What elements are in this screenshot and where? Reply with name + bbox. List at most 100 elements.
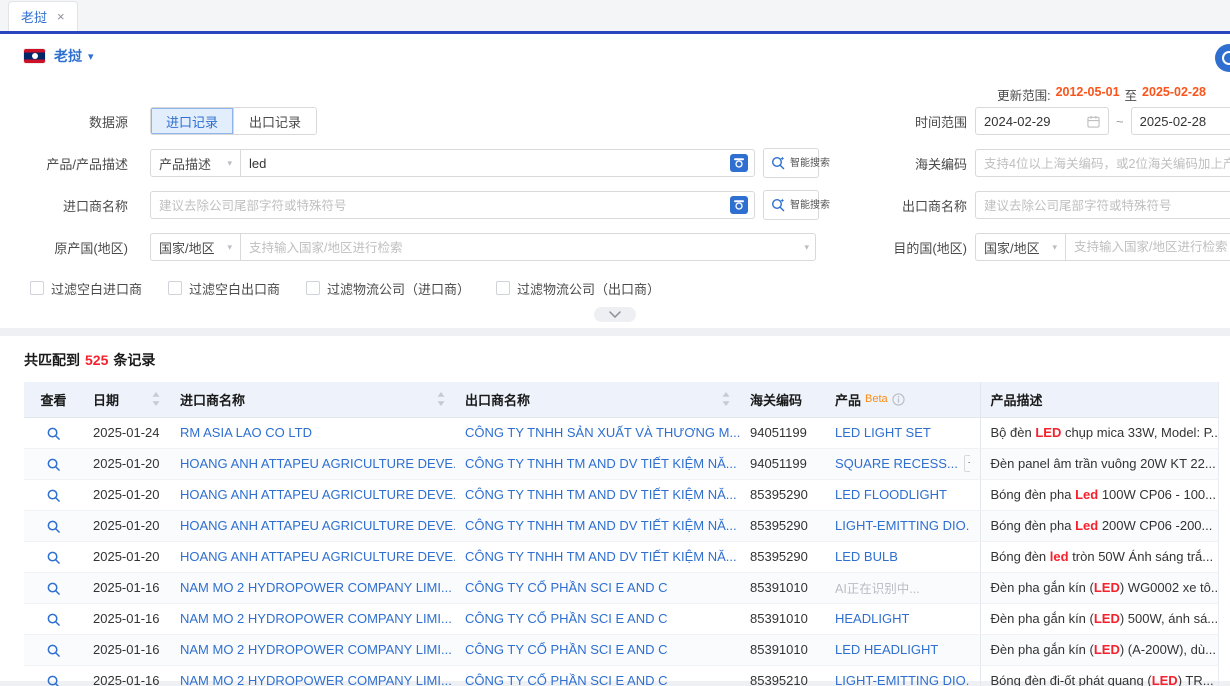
summary-count: 525 (85, 352, 108, 368)
sort-icon[interactable] (437, 392, 445, 406)
importer-link[interactable]: NAM MO 2 HYDROPOWER COMPANY LIMI... (180, 580, 452, 595)
table-row: 2025-01-20 HOANG ANH ATTAPEU AGRICULTURE … (24, 510, 1218, 541)
sort-icon[interactable] (152, 392, 160, 406)
cell-description: Đèn pha gắn kín (LED) 500W, ánh sá... (980, 603, 1218, 634)
column-header-3[interactable]: 出口商名称 (455, 382, 740, 417)
checkbox-icon[interactable] (306, 281, 320, 295)
importer-link[interactable]: NAM MO 2 HYDROPOWER COMPANY LIMI... (180, 642, 452, 657)
column-header-1[interactable]: 日期 (83, 382, 170, 417)
importer-link[interactable]: HOANG ANH ATTAPEU AGRICULTURE DEVE... (180, 456, 455, 471)
product-search-input[interactable] (249, 156, 724, 171)
product-type-select[interactable]: 产品描述 ▾ (151, 150, 241, 176)
country-selector[interactable]: 老挝 (54, 46, 82, 66)
exporter-link[interactable]: CÔNG TY TNHH TM AND DV TIẾT KIỆM NĂ... (465, 549, 737, 564)
exporter-link[interactable]: CÔNG TY TNHH TM AND DV TIẾT KIỆM NĂ... (465, 456, 737, 471)
tab-label: 老挝 (21, 7, 47, 26)
cell-product: LED BULB (835, 549, 970, 564)
product-link[interactable]: LED HEADLIGHT (835, 642, 938, 657)
product-link[interactable]: HEADLIGHT (835, 611, 909, 626)
origin-country-input[interactable] (249, 240, 798, 255)
importer-link[interactable]: RM ASIA LAO CO LTD (180, 425, 312, 440)
cell-hs-code: 85391010 (740, 634, 825, 665)
checkbox-filter-logistics-exporter[interactable]: 过滤物流公司（出口商） (496, 279, 660, 298)
update-range-label: 更新范围: (997, 85, 1050, 104)
checkbox-icon[interactable] (496, 281, 510, 295)
checkbox-icon[interactable] (30, 281, 44, 295)
hs-code-input[interactable] (984, 156, 1230, 171)
exporter-link[interactable]: CÔNG TY CỔ PHẦN SCI E AND C (465, 642, 668, 657)
image-search-icon[interactable] (730, 154, 748, 172)
column-header-2[interactable]: 进口商名称 (170, 382, 455, 417)
destination-country-select[interactable]: 国家/地区 ▾ (975, 233, 1065, 261)
tab-import-records[interactable]: 进口记录 (151, 108, 233, 134)
view-magnifier-icon[interactable] (46, 488, 61, 503)
importer-link[interactable]: HOANG ANH ATTAPEU AGRICULTURE DEVE... (180, 518, 455, 533)
table-row: 2025-01-16NAM MO 2 HYDROPOWER COMPANY LI… (24, 603, 1218, 634)
destination-country-input[interactable] (1074, 240, 1230, 254)
cell-date: 2025-01-20 (83, 510, 170, 541)
help-float-button[interactable] (1215, 44, 1230, 72)
importer-link[interactable]: NAM MO 2 HYDROPOWER COMPANY LIMI... (180, 673, 452, 686)
exporter-link[interactable]: CÔNG TY TNHH TM AND DV TIẾT KIỆM NĂ... (465, 487, 737, 502)
checkbox-filter-empty-importer[interactable]: 过滤空白进口商 (30, 279, 142, 298)
label-time-range: 时间范围 (885, 112, 967, 131)
product-link[interactable]: LED LIGHT SET (835, 425, 931, 440)
cell-product: HEADLIGHT (835, 611, 970, 626)
chevron-down-icon[interactable]: ▾ (88, 50, 94, 63)
product-link[interactable]: SQUARE RECESS... (835, 456, 958, 471)
view-magnifier-icon[interactable] (46, 426, 61, 441)
info-icon[interactable] (892, 393, 905, 406)
view-magnifier-icon[interactable] (46, 643, 61, 658)
label-destination-country: 目的国(地区) (885, 238, 967, 257)
exporter-link[interactable]: CÔNG TY TNHH SẢN XUẤT VÀ THƯƠNG M... (465, 425, 740, 440)
collapse-filter-button[interactable] (594, 307, 636, 322)
result-summary: 共匹配到 525 条记录 (24, 350, 1206, 370)
exporter-link[interactable]: CÔNG TY CỔ PHẦN SCI E AND C (465, 580, 668, 595)
tab-close-icon[interactable]: × (57, 10, 65, 23)
importer-name-input[interactable] (159, 198, 724, 213)
importer-link[interactable]: HOANG ANH ATTAPEU AGRICULTURE DEVE... (180, 487, 455, 502)
update-range: 更新范围: 2012-05-01 至 2025-02-28 (997, 85, 1206, 104)
product-link[interactable]: LED BULB (835, 549, 898, 564)
cell-date: 2025-01-20 (83, 448, 170, 479)
tab-laos[interactable]: 老挝 × (8, 1, 78, 31)
origin-country-select[interactable]: 国家/地区 ▾ (151, 234, 241, 260)
view-magnifier-icon[interactable] (46, 581, 61, 596)
importer-link[interactable]: HOANG ANH ATTAPEU AGRICULTURE DEVE... (180, 549, 455, 564)
exporter-link[interactable]: CÔNG TY CỔ PHẦN SCI E AND C (465, 673, 668, 686)
view-magnifier-icon[interactable] (46, 612, 61, 627)
cell-description: Bóng đèn led tròn 50W Ánh sáng trắ... (980, 541, 1218, 572)
tab-export-records[interactable]: 出口记录 (233, 108, 316, 134)
view-magnifier-icon[interactable] (46, 674, 61, 686)
product-link[interactable]: LIGHT-EMITTING DIO... (835, 673, 970, 686)
beta-badge: Beta (865, 393, 888, 405)
date-to-input[interactable]: 2025-02-28 (1131, 107, 1230, 135)
product-more-badge[interactable]: + 1 (964, 455, 970, 472)
sort-icon[interactable] (722, 392, 730, 406)
cell-hs-code: 85391010 (740, 572, 825, 603)
cell-hs-code: 94051199 (740, 417, 825, 448)
importer-link[interactable]: NAM MO 2 HYDROPOWER COMPANY LIMI... (180, 611, 452, 626)
exporter-name-input[interactable] (984, 198, 1230, 213)
exporter-link[interactable]: CÔNG TY CỔ PHẦN SCI E AND C (465, 611, 668, 626)
cell-description: Bộ đèn LED chụp mica 33W, Model: P... (980, 417, 1218, 448)
ai-search-icon (770, 197, 786, 213)
product-link[interactable]: LED FLOODLIGHT (835, 487, 947, 502)
view-magnifier-icon[interactable] (46, 519, 61, 534)
exporter-link[interactable]: CÔNG TY TNHH TM AND DV TIẾT KIỆM NĂ... (465, 518, 737, 533)
highlighted-keyword: LED (1035, 425, 1061, 440)
date-from-input[interactable]: 2024-02-29 (975, 107, 1109, 135)
product-link[interactable]: LIGHT-EMITTING DIO... (835, 518, 970, 533)
highlighted-keyword: LED (1094, 642, 1120, 657)
smart-search-label: 智能搜索 (790, 158, 812, 169)
view-magnifier-icon[interactable] (46, 550, 61, 565)
checkbox-filter-logistics-importer[interactable]: 过滤物流公司（进口商） (306, 279, 470, 298)
label-importer: 进口商名称 (0, 196, 128, 215)
image-search-icon[interactable] (730, 196, 748, 214)
chevron-down-icon: ▾ (804, 242, 809, 253)
checkbox-filter-empty-exporter[interactable]: 过滤空白出口商 (168, 279, 280, 298)
smart-search-button[interactable]: 智能搜索 (763, 190, 819, 220)
checkbox-icon[interactable] (168, 281, 182, 295)
smart-search-button[interactable]: 智能搜索 (763, 148, 819, 178)
view-magnifier-icon[interactable] (46, 457, 61, 472)
